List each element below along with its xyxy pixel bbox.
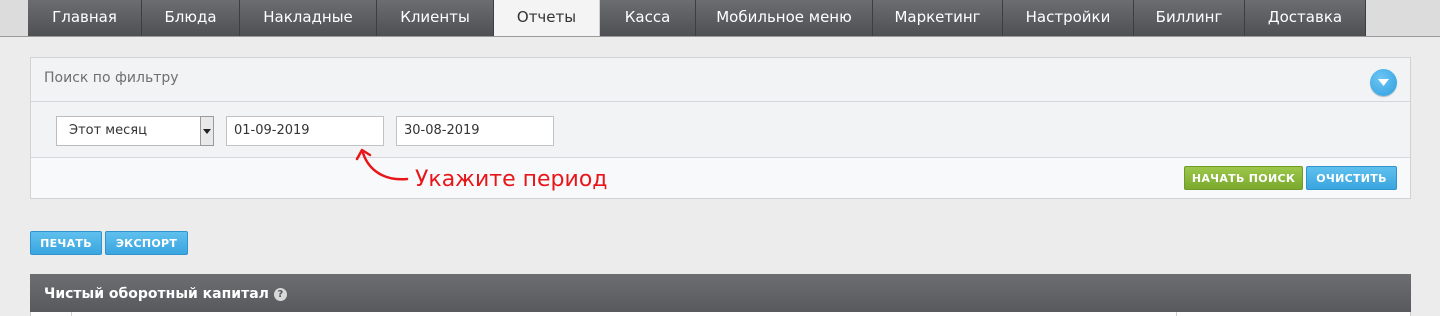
filter-panel-footer: НАЧАТЬ ПОИСК ОЧИСТИТЬ bbox=[31, 158, 1410, 198]
tab-dishes[interactable]: Блюда bbox=[142, 0, 240, 36]
report-title-text: Чистый оборотный капитал bbox=[44, 286, 269, 302]
tab-mobile-menu[interactable]: Мобильное меню bbox=[696, 0, 873, 36]
dropdown-arrow-icon bbox=[203, 129, 211, 134]
tab-home[interactable]: Главная bbox=[28, 0, 142, 36]
select-arrow[interactable] bbox=[200, 116, 214, 146]
tab-invoices[interactable]: Накладные bbox=[240, 0, 377, 36]
annotation-text: Укажите период bbox=[415, 167, 608, 192]
tab-marketing[interactable]: Маркетинг bbox=[873, 0, 1003, 36]
tab-cashbox[interactable]: Касса bbox=[600, 0, 696, 36]
filter-panel-body: Этот месяц 01-09-2019 30-08-2019 bbox=[31, 102, 1410, 158]
report-header: Чистый оборотный капитал? bbox=[30, 274, 1411, 316]
date-from-input[interactable]: 01-09-2019 bbox=[226, 116, 384, 146]
tab-reports[interactable]: Отчеты bbox=[494, 0, 600, 36]
tab-delivery[interactable]: Доставка bbox=[1245, 0, 1366, 36]
collapse-button[interactable] bbox=[1370, 69, 1397, 96]
column-divider bbox=[1176, 312, 1177, 316]
filter-panel-title: Поиск по фильтру bbox=[44, 70, 179, 86]
annotation-arrow-icon bbox=[355, 148, 409, 181]
filter-panel: Поиск по фильтру Этот месяц 01-09-2019 3… bbox=[30, 57, 1411, 199]
help-icon[interactable]: ? bbox=[273, 288, 287, 301]
period-select[interactable]: Этот месяц bbox=[56, 116, 214, 146]
print-button[interactable]: ПЕЧАТЬ bbox=[30, 231, 102, 255]
date-to-input[interactable]: 30-08-2019 bbox=[396, 116, 554, 146]
report-title: Чистый оборотный капитал? bbox=[44, 286, 287, 302]
start-search-button[interactable]: НАЧАТЬ ПОИСК bbox=[1184, 166, 1303, 190]
top-navigation: Главная Блюда Накладные Клиенты Отчеты К… bbox=[0, 0, 1440, 37]
export-button[interactable]: ЭКСПОРТ bbox=[105, 231, 188, 255]
column-divider bbox=[71, 312, 72, 316]
tab-settings[interactable]: Настройки bbox=[1003, 0, 1134, 36]
period-select-value: Этот месяц bbox=[69, 123, 147, 138]
chevron-down-icon bbox=[1378, 79, 1389, 86]
report-table-top bbox=[30, 312, 1411, 316]
tab-billing[interactable]: Биллинг bbox=[1134, 0, 1245, 36]
clear-button[interactable]: ОЧИСТИТЬ bbox=[1306, 166, 1397, 190]
filter-panel-header: Поиск по фильтру bbox=[31, 58, 1410, 102]
tab-clients[interactable]: Клиенты bbox=[377, 0, 494, 36]
nav-tabs: Главная Блюда Накладные Клиенты Отчеты К… bbox=[28, 0, 1366, 36]
